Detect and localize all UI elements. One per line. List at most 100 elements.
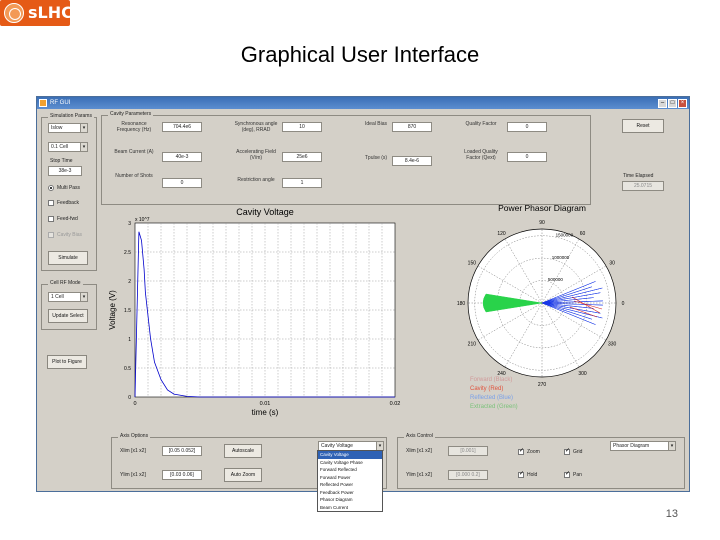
- stop-time-label: Stop Time: [50, 158, 73, 164]
- cavity-voltage-chart[interactable]: Cavity Voltage x 10^7 0 0.5 1 1.5 2 2.5 3 0 0.01 0.…: [105, 205, 405, 425]
- cavity-param-label: Number of Shots: [115, 173, 153, 179]
- grid-label: Grid: [573, 449, 583, 455]
- rf-gui-window: RF GUI – □ × Simulation Params Islow ▾ 0.…: [36, 96, 690, 512]
- pan-checkbox[interactable]: [564, 470, 570, 478]
- cavity-param-field[interactable]: 0: [507, 122, 547, 132]
- chevron-down-icon: ▾: [80, 124, 87, 132]
- y-tick-label: 2: [128, 279, 131, 285]
- cavity-param-field[interactable]: 8.4e-6: [392, 156, 432, 166]
- grid-checkbox[interactable]: [564, 447, 570, 455]
- hold-label: Hold: [527, 472, 538, 478]
- cavity-param-field[interactable]: 0: [507, 152, 547, 162]
- dropdown-option[interactable]: Reflected Power: [318, 481, 382, 489]
- update-select-button[interactable]: Update Select: [48, 309, 88, 323]
- power-phasor-chart[interactable]: Power Phasor Diagram 0 30 60 90 120 150 180 210 2…: [432, 203, 652, 423]
- cavity-param-field[interactable]: 25e6: [282, 152, 322, 162]
- plot-dropdown-menu[interactable]: Cavity Voltage Cavity Voltage Phase Forwar…: [317, 450, 383, 512]
- xctl-field[interactable]: [0.001]: [448, 446, 488, 456]
- xlim-field[interactable]: [0.05 0.052]: [162, 446, 202, 456]
- cell-rf-value: 1 Cell: [51, 294, 64, 300]
- cavity-param-field[interactable]: 1: [282, 178, 322, 188]
- y-tick-label: 3: [128, 221, 131, 227]
- simulate-button[interactable]: Simulate: [48, 251, 88, 265]
- minimize-button[interactable]: –: [658, 98, 667, 108]
- x-tick-label: 0: [133, 401, 136, 407]
- xlim-label: Xlim [x1 x2]: [120, 448, 146, 454]
- zoom-checkbox[interactable]: [518, 447, 524, 455]
- close-button[interactable]: ×: [678, 98, 687, 108]
- dropdown-option[interactable]: Cavity Voltage Phase: [318, 459, 382, 467]
- cavity-param-field[interactable]: 870: [392, 122, 432, 132]
- matlab-icon: [39, 99, 47, 107]
- dropdown-option[interactable]: Beam Current: [318, 504, 382, 512]
- autoscale-button[interactable]: Autoscale: [224, 444, 262, 458]
- hold-checkbox[interactable]: [518, 470, 524, 478]
- legend-entry: Extracted (Green): [470, 404, 518, 410]
- dropdown-option[interactable]: Cavity Voltage: [318, 451, 382, 459]
- cavity-bias-label: Cavity Bias: [57, 232, 83, 238]
- cavity-param-label: Synchronous angle (deg), RRAD: [234, 121, 278, 133]
- legend-entry: Reflected (Blue): [470, 395, 513, 401]
- feedforward-label: Feed-fwd: [57, 216, 78, 222]
- cavity-param-label: Accelerating Field (V/m): [236, 149, 276, 161]
- axis-options-title: Axis Options: [118, 433, 151, 439]
- cavity-param-field[interactable]: 0: [162, 178, 202, 188]
- plot-to-figure-button[interactable]: Plot to Figure: [47, 355, 87, 369]
- cavity-param-field[interactable]: 40e-3: [162, 152, 202, 162]
- stop-time-field[interactable]: 38e-3: [48, 166, 82, 176]
- yctl-field[interactable]: [0.000 0.2]: [448, 470, 488, 480]
- time-elapsed-label: Time Elapsed: [623, 173, 654, 179]
- slhc-logo: sLHC: [0, 0, 73, 26]
- window-titlebar: RF GUI – □ ×: [37, 97, 689, 109]
- dropdown-option[interactable]: Feedback Power: [318, 489, 382, 497]
- reset-button[interactable]: Reset: [622, 119, 664, 133]
- dropdown-option[interactable]: Forward Power: [318, 474, 382, 482]
- feedback-checkbox[interactable]: [48, 200, 54, 206]
- multi-pass-radio[interactable]: [48, 185, 54, 191]
- cavity-param-field[interactable]: 704.4e6: [162, 122, 202, 132]
- y-axis-label: Voltage (V): [108, 290, 117, 330]
- right-plot-select-value: Phasor Diagram: [613, 443, 650, 449]
- cell-rf-panel: Cell RF Mode 1 Cell ▾ Update Select: [41, 280, 97, 330]
- angle-tick-label: 150: [468, 261, 477, 267]
- dropdown-option[interactable]: Forward Reflected: [318, 466, 382, 474]
- cell-select[interactable]: 0.1 Cell ▾: [48, 142, 88, 152]
- cern-seal-icon: [4, 3, 24, 23]
- multiplier-label: x 10^7: [135, 217, 150, 223]
- chevron-down-icon: ▾: [80, 143, 87, 151]
- x-tick-label: 0.02: [390, 401, 401, 407]
- angle-tick-label: 180: [457, 301, 466, 307]
- cavity-bias-checkbox[interactable]: [48, 232, 54, 238]
- y-tick-label: 1.5: [124, 308, 131, 314]
- cavity-param-label: Loaded Quality Factor (Qext): [464, 149, 498, 161]
- simulation-params-panel: Simulation Params Islow ▾ 0.1 Cell ▾ Stop …: [41, 113, 97, 271]
- angle-tick-label: 300: [578, 371, 587, 377]
- maximize-button[interactable]: □: [668, 98, 677, 108]
- ylim-field[interactable]: [0.03 0.06]: [162, 470, 202, 480]
- chevron-down-icon: ▾: [80, 293, 87, 301]
- sim-mode-value: Islow: [51, 125, 63, 131]
- legend-entry: Forward (Black): [470, 377, 512, 383]
- right-plot-select[interactable]: Phasor Diagram ▾: [610, 441, 676, 451]
- multi-pass-label: Multi Pass: [57, 185, 81, 191]
- page-number: 13: [665, 508, 678, 520]
- dropdown-option[interactable]: Phasor Diagram: [318, 496, 382, 504]
- chevron-down-icon: ▾: [668, 442, 675, 450]
- cavity-param-field[interactable]: 10: [282, 122, 322, 132]
- feedforward-checkbox[interactable]: [48, 216, 54, 222]
- ylim-label: Ylim [x1 x2]: [120, 472, 146, 478]
- feedback-label: Feedback: [57, 200, 79, 206]
- logo-text: sLHC: [28, 3, 73, 22]
- cell-value: 0.1 Cell: [51, 144, 68, 150]
- angle-tick-label: 270: [538, 382, 547, 388]
- window-title: RF GUI: [50, 100, 71, 106]
- cell-rf-select[interactable]: 1 Cell ▾: [48, 292, 88, 302]
- chart-title: Cavity Voltage: [236, 207, 294, 217]
- angle-tick-label: 120: [497, 231, 506, 237]
- angle-tick-label: 210: [468, 342, 477, 348]
- zoom-label: Zoom: [527, 449, 540, 455]
- cavity-param-label: Resonance Frequency (Hz): [116, 121, 152, 133]
- sim-mode-select[interactable]: Islow ▾: [48, 123, 88, 133]
- axis-control-title: Axis Control: [404, 433, 435, 439]
- auto-zoom-button[interactable]: Auto Zoom: [224, 468, 262, 482]
